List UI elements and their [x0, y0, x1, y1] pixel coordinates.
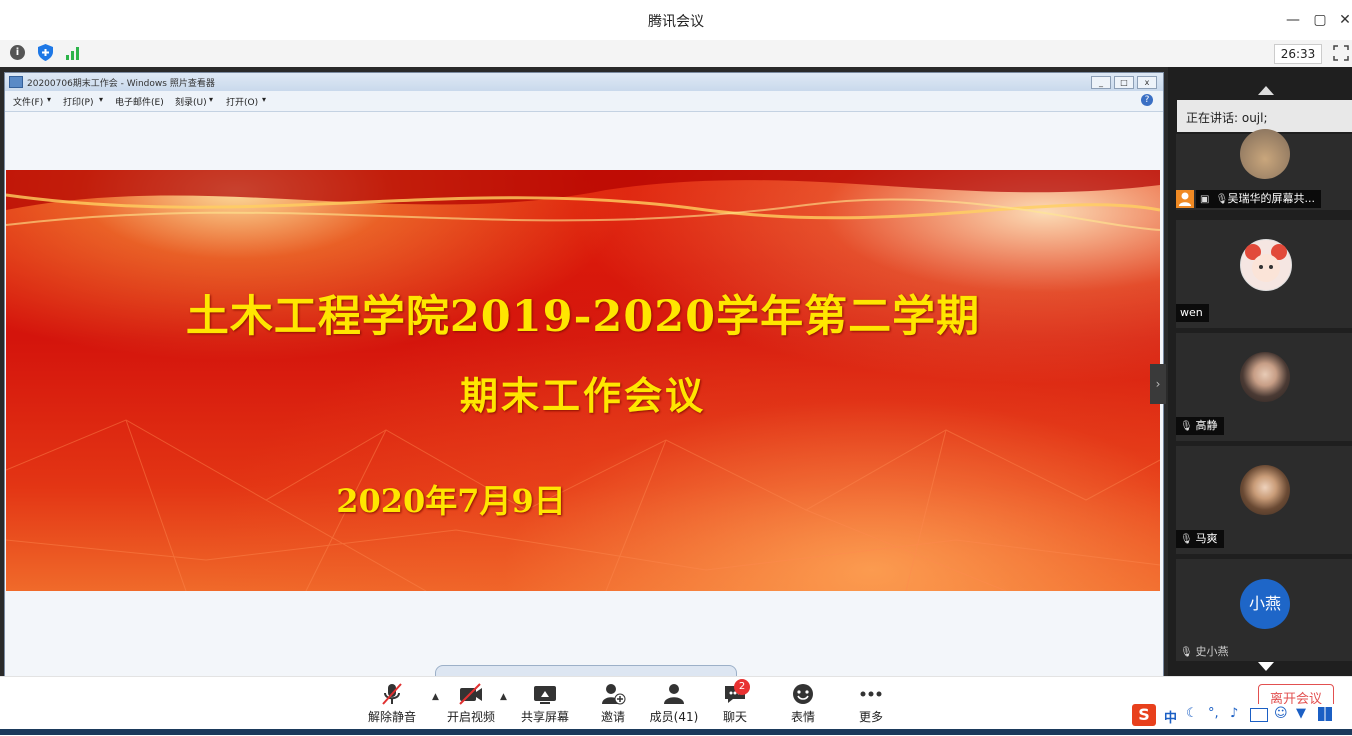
chevron-down-icon: ▾ [209, 95, 214, 104]
unmute-button[interactable]: 解除静音 [357, 682, 427, 725]
participant-name: 马爽 [1195, 532, 1218, 545]
slide-title: 土木工程学院2019-2020学年第二学期 [185, 292, 981, 342]
title-bar: 腾讯会议 — ▢ ✕ [0, 0, 1352, 41]
members-label: 成员(41) [649, 710, 699, 724]
emoji-icon [768, 682, 838, 708]
mic-muted-icon: 🎙 [1180, 421, 1193, 432]
avatar: 小燕 [1240, 579, 1290, 629]
ime-toolbar: S 中 ☾ °, ♪ ☺ ▼ [1130, 704, 1352, 728]
emoji-button[interactable]: 表情 [768, 682, 838, 725]
minimize-button[interactable]: — [1283, 10, 1303, 30]
participant-name-tag: wen [1176, 304, 1209, 322]
menu-open[interactable]: 打开(O) [226, 95, 258, 108]
participant-name: wen [1180, 306, 1203, 319]
participant-name: 高静 [1195, 419, 1218, 432]
viewer-title: 20200706期末工作会 - Windows 照片查看器 [27, 79, 215, 89]
user-icon[interactable]: ☺ [1274, 706, 1288, 721]
skin-icon[interactable]: ▼ [1296, 706, 1306, 721]
mic-muted-icon: 🎙 [1180, 647, 1193, 658]
close-button[interactable]: ✕ [1335, 10, 1352, 30]
participant-name: 吴瑞华的屏幕共... [1227, 192, 1316, 205]
avatar [1240, 129, 1290, 179]
menu-file[interactable]: 文件(F) [13, 95, 43, 108]
participant-tile[interactable]: ▣ 🎙吴瑞华的屏幕共... [1176, 129, 1352, 210]
info-icon[interactable]: i [10, 45, 25, 60]
more-button[interactable]: 更多 [836, 682, 906, 725]
signal-icon [66, 46, 80, 60]
panel-collapse-button[interactable]: › [1150, 364, 1166, 404]
avatar [1240, 352, 1290, 402]
scroll-down-icon[interactable] [1258, 662, 1274, 671]
share-screen-icon [510, 682, 580, 708]
viewer-close-button[interactable]: x [1137, 76, 1157, 89]
more-label: 更多 [858, 710, 883, 724]
chevron-down-icon: ▾ [47, 95, 52, 104]
share-screen-label: 共享屏幕 [520, 710, 569, 724]
speaking-indicator: 正在讲话: oujl; [1177, 100, 1352, 132]
chevron-down-icon: ▾ [262, 95, 267, 104]
video-off-icon [436, 682, 506, 708]
participant-name-tag: 🎙 马爽 [1176, 530, 1224, 548]
restore-button[interactable]: ▢ [1310, 10, 1330, 30]
menu-email[interactable]: 电子邮件(E) [115, 95, 164, 108]
mic-muted-icon: 🎙 [1215, 194, 1229, 205]
participant-name: 史小燕 [1195, 645, 1229, 658]
avatar [1240, 465, 1290, 515]
screen-share-icon: ▣ [1200, 194, 1210, 205]
slide-image: 土木工程学院2019-2020学年第二学期 期末工作会议 2020年7月9日 [6, 170, 1160, 591]
punctuation-icon[interactable]: °, [1208, 706, 1219, 721]
toolbox-icon[interactable] [1318, 707, 1332, 721]
participant-tile[interactable]: 🎙 高静 [1176, 333, 1352, 441]
ime-language[interactable]: 中 [1164, 707, 1177, 726]
fullscreen-icon[interactable] [1333, 45, 1349, 61]
unmute-label: 解除静音 [367, 710, 416, 724]
chat-badge: 2 [734, 679, 750, 695]
meeting-timer: 26:33 [1274, 44, 1322, 64]
image-icon [9, 76, 23, 88]
sogou-ime-icon[interactable]: S [1132, 704, 1156, 726]
viewer-title-bar: 20200706期末工作会 - Windows 照片查看器 _ □ x [5, 73, 1163, 91]
participant-name-tag: ▣ 🎙吴瑞华的屏幕共... [1196, 190, 1321, 208]
avatar [1240, 239, 1292, 291]
participant-name-tag: 🎙 史小燕 [1176, 643, 1235, 661]
meeting-toolbar: i 26:33 [0, 40, 1352, 68]
voice-icon[interactable]: ♪ [1230, 706, 1238, 721]
app-title: 腾讯会议 [648, 14, 704, 30]
mic-muted-icon: 🎙 [1180, 534, 1193, 545]
viewer-menu-bar: 文件(F) ▾ 打印(P) ▾ 电子邮件(E) 刻录(U) ▾ 打开(O) ▾ … [5, 91, 1163, 112]
members-icon [639, 682, 709, 708]
shield-icon[interactable] [38, 44, 53, 61]
slide-subtitle: 期末工作会议 [459, 373, 706, 418]
participant-tile[interactable]: wen [1176, 220, 1352, 328]
host-icon [1176, 190, 1194, 208]
start-video-label: 开启视频 [446, 710, 495, 724]
members-button[interactable]: 成员(41) [639, 682, 709, 725]
participant-tile[interactable]: 🎙 马爽 [1176, 446, 1352, 554]
help-icon[interactable]: ? [1141, 94, 1153, 106]
viewer-minimize-button[interactable]: _ [1091, 76, 1111, 89]
viewer-restore-button[interactable]: □ [1114, 76, 1134, 89]
scroll-up-icon[interactable] [1258, 86, 1274, 95]
chat-label: 聊天 [722, 710, 747, 724]
taskbar [0, 729, 1352, 735]
emoji-label: 表情 [790, 710, 815, 724]
chevron-up-icon[interactable]: ▲ [500, 692, 507, 702]
participant-tile[interactable]: 小燕 🎙 史小燕 [1176, 559, 1352, 661]
invite-label: 邀请 [600, 710, 625, 724]
more-icon [836, 682, 906, 708]
share-screen-button[interactable]: 共享屏幕 [510, 682, 580, 725]
menu-print[interactable]: 打印(P) [63, 95, 93, 108]
keyboard-icon[interactable] [1250, 708, 1268, 722]
speaking-text: 正在讲话: oujl; [1186, 111, 1268, 125]
participant-name-tag: 🎙 高静 [1176, 417, 1224, 435]
mic-muted-icon [357, 682, 427, 708]
start-video-button[interactable]: 开启视频 [436, 682, 506, 725]
invite-icon [578, 682, 648, 708]
invite-button[interactable]: 邀请 [578, 682, 648, 725]
menu-burn[interactable]: 刻录(U) [175, 95, 207, 108]
chevron-down-icon: ▾ [99, 95, 104, 104]
moon-icon[interactable]: ☾ [1186, 706, 1198, 721]
slide-date: 2020年7月9日 [336, 482, 566, 520]
